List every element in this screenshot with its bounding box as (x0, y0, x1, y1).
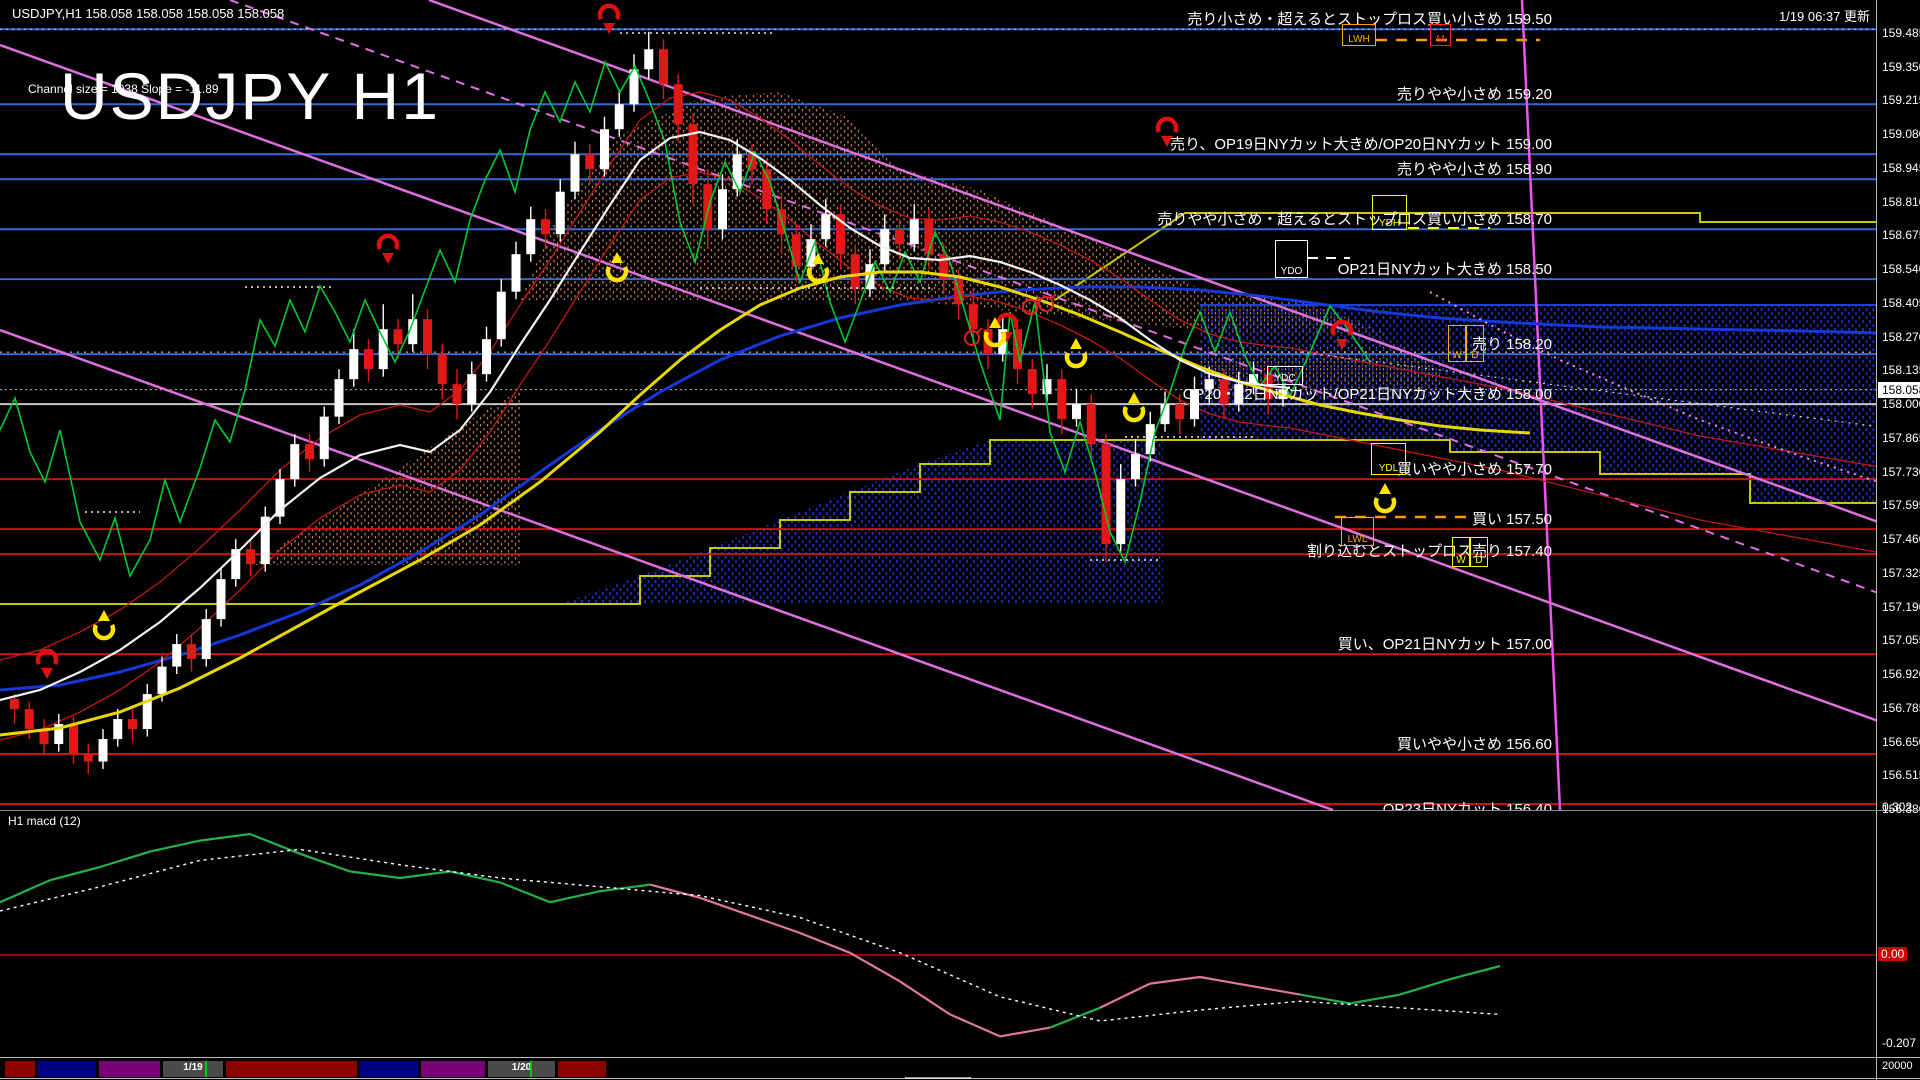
price-axis-label: 159.485 (1882, 26, 1920, 40)
price-axis-label: 156.920 (1882, 667, 1920, 681)
timebar-tick (530, 1061, 532, 1077)
price-axis-label: 156.785 (1882, 701, 1920, 715)
price-axis-label: 159.080 (1882, 127, 1920, 141)
price-axis-label: 157.595 (1882, 498, 1920, 512)
price-axis-label: 156.650 (1882, 735, 1920, 749)
timebar-segment[interactable]: 1/20 (488, 1061, 555, 1077)
price-axis-label: 157.055 (1882, 633, 1920, 647)
price-axis-label: 157.460 (1882, 532, 1920, 546)
macd-zero-tag: 0.00 (1878, 947, 1907, 961)
volume-scale-label: 20000 (1882, 1060, 1913, 1072)
current-price-tag: 158.058 (1878, 382, 1920, 398)
price-axis-label: 158.000 (1882, 397, 1920, 411)
subpane-bottom-border[interactable] (0, 1057, 1920, 1058)
timebar-segment[interactable] (38, 1061, 96, 1077)
timebar-tick (205, 1061, 207, 1077)
marker-badge-ydo: YDO (1275, 240, 1308, 278)
price-axis-label: 158.945 (1882, 161, 1920, 175)
marker-badge-w: W (1448, 325, 1466, 362)
pane-separator[interactable] (0, 810, 1920, 811)
marker-badge-w: W (1452, 537, 1470, 567)
macd-axis-top: 0.302 (1882, 800, 1912, 814)
symbol-ohlc-line: USDJPY,H1 158.058 158.058 158.058 158.05… (12, 6, 284, 21)
price-axis-label: 157.190 (1882, 600, 1920, 614)
price-axis-label: 158.540 (1882, 262, 1920, 276)
macd-pane-label: H1 macd (12) (8, 814, 81, 828)
timebar-segment[interactable] (5, 1061, 35, 1077)
price-axis-label: 158.405 (1882, 296, 1920, 310)
timebar-segment[interactable] (360, 1061, 418, 1077)
timebar-date-label: 1/19 (163, 1062, 223, 1073)
macd-axis-bottom: -0.207 (1882, 1036, 1916, 1050)
marker-badge-m: M (1430, 24, 1451, 46)
watermark-title: USDJPY H1 (60, 58, 440, 134)
marker-badge-d: D (1466, 325, 1484, 362)
price-axis-label: 156.515 (1882, 768, 1920, 782)
chart-window: { "header": { "symbol_line": "USDJPY,H1 … (0, 0, 1920, 1080)
marker-badge-d: D (1470, 537, 1488, 567)
timebar-segment[interactable] (99, 1061, 160, 1077)
price-axis-label: 158.675 (1882, 228, 1920, 242)
timebar-segment[interactable] (558, 1061, 606, 1077)
price-axis-label: 157.730 (1882, 465, 1920, 479)
marker-badge-ydc: YDC (1267, 366, 1303, 385)
price-axis-label: 158.135 (1882, 363, 1920, 377)
price-axis-label: 159.215 (1882, 93, 1920, 107)
axis-border (1876, 0, 1877, 1080)
timebar-segment[interactable]: 1/19 (163, 1061, 223, 1077)
marker-badge-lwl: LWL (1341, 517, 1374, 546)
timebar-segment[interactable] (421, 1061, 485, 1077)
price-axis-label: 157.325 (1882, 566, 1920, 580)
marker-badge-ydl: YDL (1371, 443, 1406, 475)
price-axis-label: 157.865 (1882, 431, 1920, 445)
updated-timestamp: 1/19 06:37 更新 (1779, 6, 1870, 25)
marker-badge-lwh: LWH (1342, 24, 1376, 46)
timebar-date-label: 1/20 (488, 1062, 555, 1073)
marker-badge-ydh: YDH (1372, 195, 1407, 230)
time-axis-bar[interactable]: 1/19 1/20 (0, 1061, 1876, 1077)
price-axis-label: 158.810 (1882, 195, 1920, 209)
price-axis-label: 159.350 (1882, 60, 1920, 74)
timebar-segment[interactable] (226, 1061, 357, 1077)
price-axis-label: 158.270 (1882, 330, 1920, 344)
